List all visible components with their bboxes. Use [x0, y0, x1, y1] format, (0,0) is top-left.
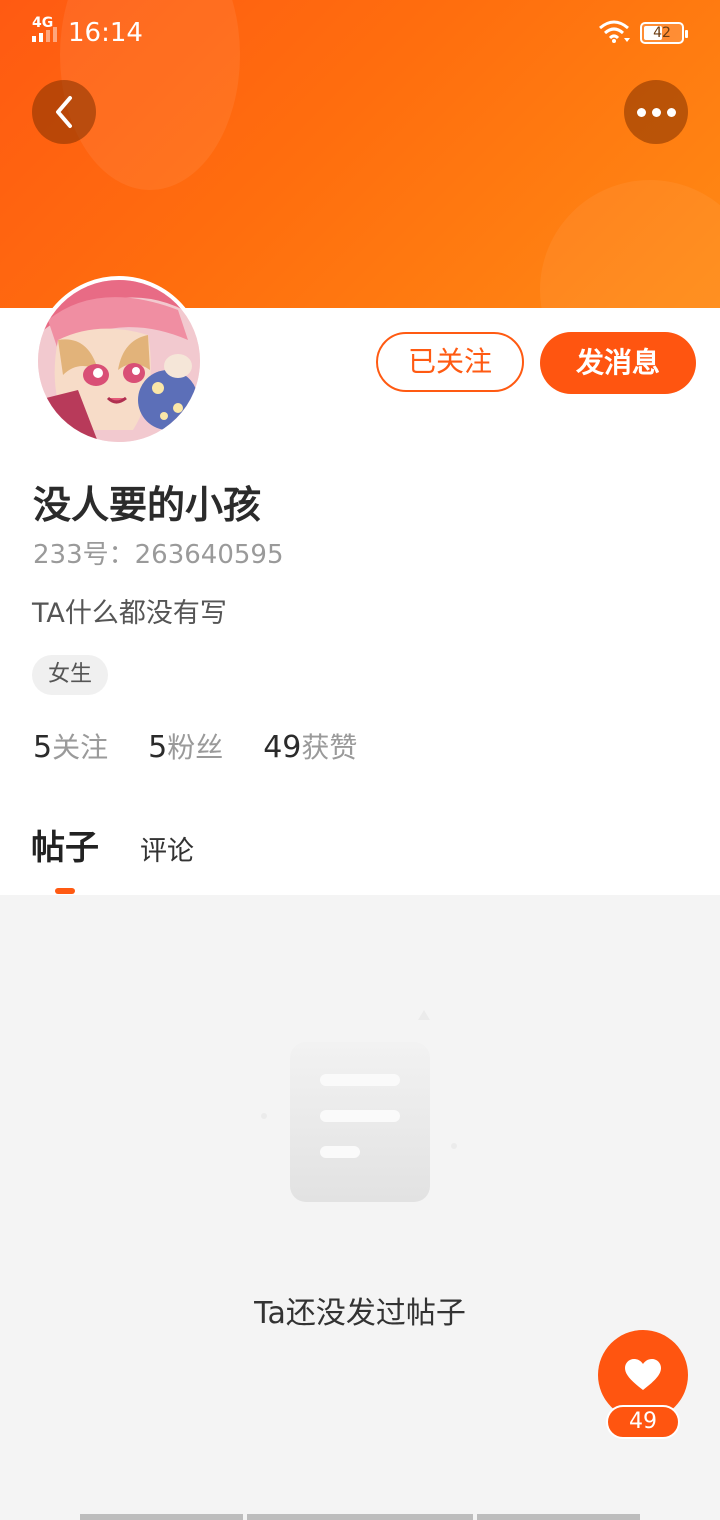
status-bar: 4G 16:14 42 — [0, 0, 720, 66]
stat-number: 5 — [148, 730, 168, 765]
heart-icon — [625, 1359, 661, 1390]
avatar[interactable] — [34, 276, 204, 446]
chevron-left-icon — [56, 96, 72, 128]
username: 没人要的小孩 — [33, 483, 262, 527]
more-dots-icon — [636, 107, 676, 117]
back-button[interactable] — [32, 80, 96, 144]
status-time: 16:14 — [68, 18, 143, 48]
stat-number: 5 — [33, 730, 53, 765]
like-count: 49 — [606, 1405, 680, 1439]
stat-fans[interactable]: 5粉丝 — [148, 728, 223, 768]
banner-decoration — [540, 180, 720, 308]
gender-tag: 女生 — [32, 655, 109, 695]
stat-label: 获赞 — [301, 731, 358, 764]
user-bio: TA什么都没有写 — [32, 598, 227, 629]
followed-button[interactable]: 已关注 — [376, 332, 524, 392]
profile-stats: 5关注 5粉丝 49获赞 — [33, 728, 397, 768]
stat-label: 关注 — [52, 731, 109, 764]
battery-icon: 42 — [640, 22, 688, 44]
avatar-illustration — [38, 280, 200, 442]
send-message-button[interactable]: 发消息 — [540, 332, 696, 394]
tab-posts[interactable]: 帖子 — [31, 826, 99, 870]
battery-level: 42 — [653, 25, 671, 41]
more-button[interactable] — [624, 80, 688, 144]
signal-icon: 4G — [32, 16, 62, 46]
stat-label: 粉丝 — [167, 731, 224, 764]
bottom-nav-bar — [0, 1514, 720, 1520]
stat-number: 49 — [263, 730, 302, 765]
empty-state-text: Ta还没发过帖子 — [254, 1296, 466, 1331]
stat-likes: 49获赞 — [263, 728, 357, 768]
tab-comments[interactable]: 评论 — [140, 830, 194, 874]
user-id: 233号：263640595 — [33, 540, 284, 570]
stat-following[interactable]: 5关注 — [33, 728, 108, 768]
active-tab-indicator — [55, 888, 75, 894]
wifi-icon — [599, 20, 630, 43]
document-icon — [261, 1010, 457, 1202]
